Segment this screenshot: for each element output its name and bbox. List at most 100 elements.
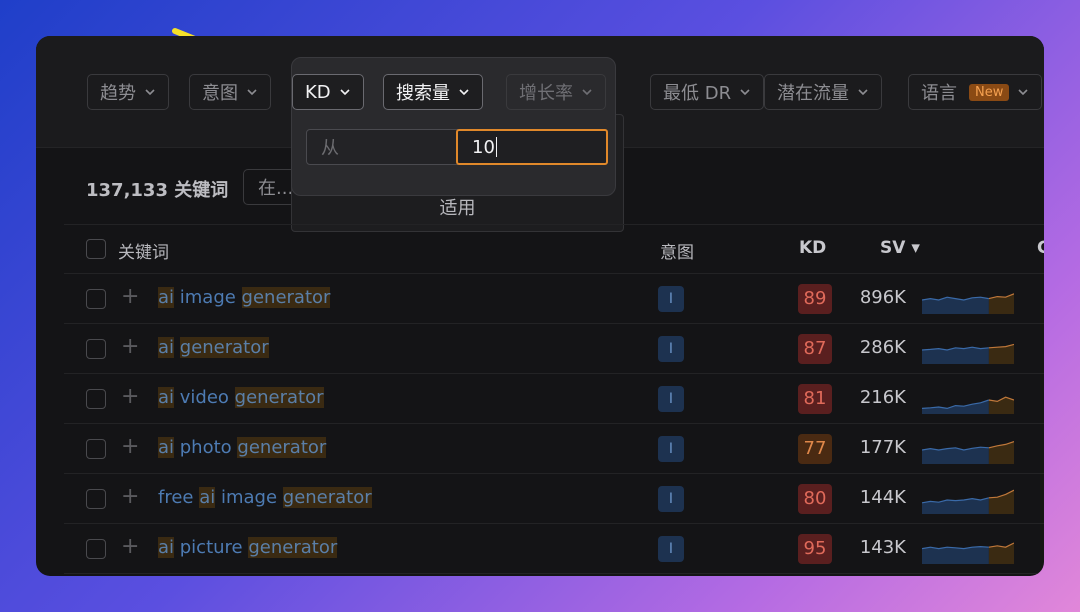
keyword-part: [174, 337, 180, 358]
keyword-part: generator: [234, 387, 324, 408]
intent-badge: I: [658, 286, 684, 312]
filter-label: 语言: [921, 83, 957, 104]
keyword-count: 137,133 关键词: [86, 180, 229, 201]
chevron-down-icon: [1017, 86, 1029, 98]
intent-badge: I: [658, 336, 684, 362]
trend-sparkline: [922, 542, 1014, 564]
keyword-part: free: [158, 487, 200, 508]
header-keyword[interactable]: 关键词: [118, 238, 169, 263]
keyword-link[interactable]: ai photo generator: [158, 437, 327, 458]
table-row[interactable]: + ai picture generator I 95 143K: [64, 524, 1044, 574]
header-sv[interactable]: SV ▾: [880, 238, 920, 258]
keyword-part: ai: [158, 337, 175, 358]
chevron-down-icon: [339, 86, 351, 98]
table-row[interactable]: + ai image generator I 89 896K: [64, 274, 1044, 324]
intent-badge: I: [658, 386, 684, 412]
kd-from-input[interactable]: 从: [306, 129, 458, 165]
filter-min-dr[interactable]: 最低 DR: [650, 74, 765, 110]
keyword-link[interactable]: ai picture generator: [158, 537, 338, 558]
trend-sparkline: [922, 343, 1014, 364]
add-icon[interactable]: +: [121, 486, 139, 508]
kd-to-value: 10: [472, 136, 495, 158]
keyword-part: ai: [199, 487, 216, 508]
filter-label: 最低 DR: [663, 83, 732, 104]
table-header: 关键词 意图 KD SV ▾ C: [64, 224, 1044, 274]
filter-volume[interactable]: 搜索量: [383, 74, 483, 110]
keyword-part: picture: [174, 537, 249, 558]
table-row[interactable]: + ai generator I 87 286K: [64, 324, 1044, 374]
table-row[interactable]: + free ai image generator I 80 144K: [64, 474, 1044, 524]
intent-badge: I: [658, 486, 684, 512]
intent-badge: I: [658, 536, 684, 562]
kd-badge: 77: [798, 434, 832, 464]
trend-sparkline: [922, 441, 1014, 464]
table-row[interactable]: + ai video generator I 81 216K: [64, 374, 1044, 424]
new-badge: New: [969, 83, 1010, 101]
sv-value: 143K: [859, 537, 906, 558]
keyword-part: ai: [158, 287, 175, 308]
filter-intent[interactable]: 意图: [189, 74, 271, 110]
app-window: 趋势 意图 最低 DR 潜在流量 语言 New 137,133 关键词 在...…: [36, 36, 1044, 576]
header-kd[interactable]: KD: [799, 238, 826, 258]
text-caret: [495, 137, 497, 157]
filter-label: 潜在流量: [777, 83, 849, 104]
row-checkbox[interactable]: [86, 439, 106, 459]
table-row[interactable]: + ai photo generator I 77 177K: [64, 424, 1044, 474]
chevron-down-icon: [458, 86, 470, 98]
select-all-checkbox[interactable]: [86, 239, 106, 259]
keyword-part: photo: [174, 437, 238, 458]
keyword-link[interactable]: free ai image generator: [158, 487, 372, 508]
keyword-link[interactable]: ai image generator: [158, 287, 331, 308]
add-icon[interactable]: +: [121, 436, 139, 458]
add-icon[interactable]: +: [121, 536, 139, 558]
sv-value: 216K: [859, 387, 906, 408]
kd-badge: 80: [798, 484, 832, 514]
kd-badge: 89: [798, 284, 832, 314]
header-cut[interactable]: C: [1037, 238, 1044, 258]
keyword-part: generator: [179, 337, 269, 358]
chevron-down-icon: [857, 86, 869, 98]
sv-value: 896K: [859, 287, 906, 308]
row-checkbox[interactable]: [86, 539, 106, 559]
chevron-down-icon: [581, 86, 593, 98]
add-icon[interactable]: +: [121, 336, 139, 358]
keyword-part: image: [215, 487, 283, 508]
keyword-part: generator: [241, 287, 331, 308]
kd-badge: 95: [798, 534, 832, 564]
chevron-down-icon: [739, 86, 751, 98]
sv-value: 286K: [859, 337, 906, 358]
filter-label: 意图: [202, 83, 238, 104]
row-checkbox[interactable]: [86, 489, 106, 509]
chevron-down-icon: [246, 86, 258, 98]
sv-value: 177K: [859, 437, 906, 458]
add-icon[interactable]: +: [121, 386, 139, 408]
filter-traffic[interactable]: 潜在流量: [764, 74, 882, 110]
row-checkbox[interactable]: [86, 339, 106, 359]
header-intent[interactable]: 意图: [660, 238, 694, 263]
keyword-part: ai: [158, 537, 175, 558]
keyword-part: generator: [282, 487, 372, 508]
kd-to-input[interactable]: 10: [456, 129, 608, 165]
row-checkbox[interactable]: [86, 389, 106, 409]
chevron-down-icon: [144, 86, 156, 98]
keyword-link[interactable]: ai generator: [158, 337, 269, 358]
filter-label: 增长率: [519, 83, 573, 104]
filter-growth[interactable]: 增长率: [506, 74, 606, 110]
filter-trend[interactable]: 趋势: [87, 74, 169, 110]
filter-kd[interactable]: KD: [292, 74, 364, 110]
keyword-part: ai: [158, 437, 175, 458]
kd-badge: 87: [798, 334, 832, 364]
row-checkbox[interactable]: [86, 289, 106, 309]
keyword-part: generator: [237, 437, 327, 458]
sv-value: 144K: [859, 487, 906, 508]
filter-language[interactable]: 语言 New: [908, 74, 1043, 110]
keyword-part: video: [174, 387, 235, 408]
keyword-link[interactable]: ai video generator: [158, 387, 324, 408]
kd-badge: 81: [798, 384, 832, 414]
trend-sparkline: [922, 396, 1014, 414]
trend-sparkline: [922, 293, 1014, 314]
filter-label: 趋势: [100, 83, 136, 104]
apply-button[interactable]: 适用: [291, 194, 624, 220]
add-icon[interactable]: +: [121, 286, 139, 308]
keyword-part: ai: [158, 387, 175, 408]
